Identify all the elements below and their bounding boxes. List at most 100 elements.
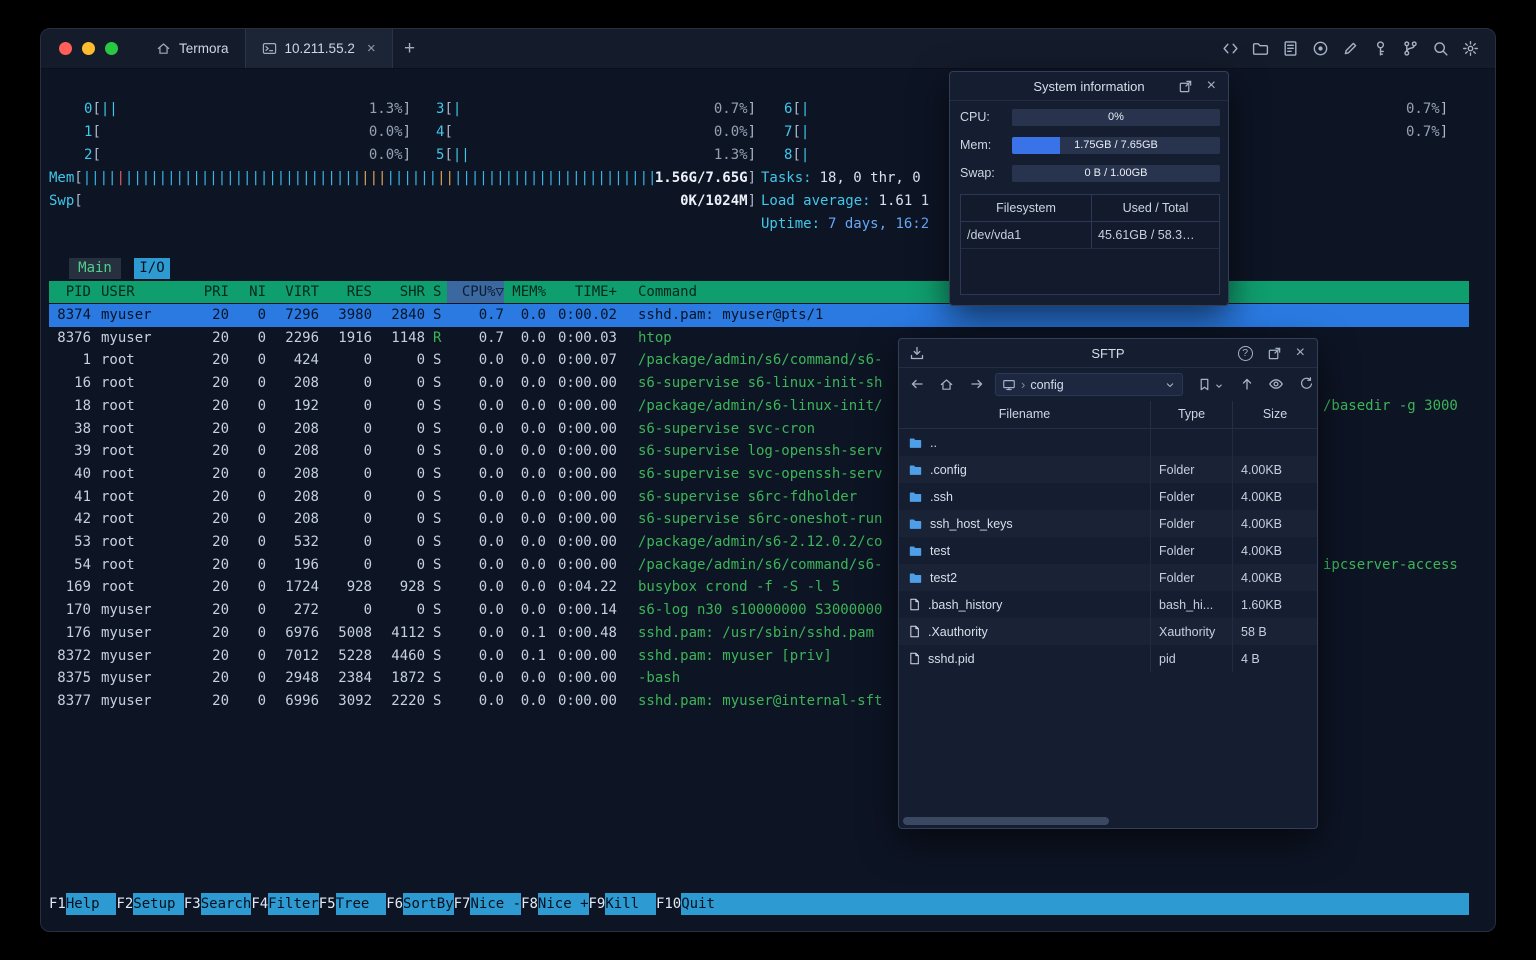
refresh-icon[interactable] — [1299, 376, 1314, 391]
help-icon[interactable]: ? — [1237, 345, 1253, 361]
fkey-action-help[interactable]: Help — [65, 893, 117, 915]
scrollbar-thumb[interactable] — [903, 817, 1109, 825]
process-cell: S — [433, 488, 442, 505]
process-cell: 196 — [293, 556, 319, 573]
process-cell: 208 — [293, 420, 319, 437]
back-icon[interactable] — [909, 376, 925, 392]
sftp-row-.config[interactable]: .config Folder 4.00KB — [899, 456, 1317, 483]
fkey-action-quit[interactable]: Quit — [681, 893, 732, 915]
column-header-ni[interactable]: NI — [233, 281, 266, 303]
process-cell: 1148 — [391, 329, 425, 346]
column-header-res[interactable]: RES — [323, 281, 372, 303]
process-cell: 0 — [363, 511, 372, 528]
process-cell: 0 — [257, 670, 266, 687]
fkey-action-kill[interactable]: Kill — [605, 893, 656, 915]
process-cell: 2220 — [391, 692, 425, 709]
home-icon[interactable] — [939, 377, 954, 392]
folder-icon — [908, 463, 923, 477]
fkey-action-filter[interactable]: Filter — [268, 893, 319, 915]
column-header-s[interactable]: S — [433, 281, 447, 303]
screen-tab-main[interactable]: Main — [69, 258, 121, 279]
process-cell: 208 — [293, 511, 319, 528]
process-cell: root — [101, 579, 135, 596]
column-header-user[interactable]: USER — [101, 281, 191, 303]
sftp-row-.ssh[interactable]: .ssh Folder 4.00KB — [899, 483, 1317, 510]
new-tab-button[interactable]: + — [393, 29, 427, 68]
column-header-virt[interactable]: VIRT — [270, 281, 319, 303]
process-row-8374[interactable]: 8374 myuser 20 0 7296 3980 2840 S 0.7 0.0 0:00.02 s… — [49, 304, 1469, 327]
close-tab-icon[interactable]: × — [367, 41, 376, 56]
tab-home[interactable]: Termora — [140, 29, 245, 68]
sftp-row-sshd.pid[interactable]: sshd.pid pid 4 B — [899, 645, 1317, 672]
key-icon[interactable] — [1372, 40, 1389, 57]
close-icon[interactable]: × — [1207, 78, 1216, 94]
record-icon[interactable] — [1312, 40, 1329, 57]
open-in-new-window-icon[interactable] — [1267, 346, 1282, 361]
horizontal-scrollbar[interactable] — [903, 817, 1315, 825]
sftp-row-ssh_host_keys[interactable]: ssh_host_keys Folder 4.00KB — [899, 510, 1317, 537]
edit-icon[interactable] — [1342, 40, 1359, 57]
search-icon[interactable] — [1432, 40, 1449, 57]
minimize-window-button[interactable] — [82, 42, 95, 55]
path-dropdown-caret-icon[interactable] — [1164, 379, 1176, 391]
process-cell: 20 — [212, 602, 229, 619]
settings-icon[interactable] — [1462, 40, 1479, 57]
fkey-action-nice-[interactable]: Nice - — [470, 893, 522, 915]
process-cell: 192 — [293, 397, 319, 414]
screen-tab-io[interactable]: I/O — [134, 258, 170, 279]
zoom-window-button[interactable] — [105, 42, 118, 55]
column-header-mem[interactable]: MEM% — [504, 281, 546, 303]
fkey-action-sortby[interactable]: SortBy — [403, 893, 454, 915]
size-column-header[interactable]: Size — [1232, 401, 1317, 428]
process-cell: myuser — [101, 307, 152, 323]
sftp-row-test[interactable]: test Folder 4.00KB — [899, 537, 1317, 564]
process-cell: 20 — [212, 556, 229, 573]
code-icon[interactable] — [1222, 40, 1239, 57]
transfers-icon[interactable] — [909, 345, 925, 361]
sftp-row-..[interactable]: .. — [899, 429, 1317, 456]
process-cell: 0 — [257, 488, 266, 505]
close-window-button[interactable] — [59, 42, 72, 55]
process-cell: 20 — [212, 397, 229, 414]
file-type — [1150, 429, 1232, 456]
session-tab-label: 10.211.55.2 — [284, 41, 355, 56]
process-cell: root — [101, 443, 135, 460]
column-header-shr[interactable]: SHR — [376, 281, 425, 303]
column-header-time[interactable]: TIME+ — [546, 281, 617, 303]
sftp-row-.bash_history[interactable]: .bash_history bash_hi... 1.60KB — [899, 591, 1317, 618]
column-header-cpu[interactable]: CPU%▽ — [447, 281, 504, 303]
type-column-header[interactable]: Type — [1150, 401, 1232, 428]
process-cell: 2296 — [285, 329, 319, 346]
process-cell: 0:00.00 — [557, 465, 617, 482]
up-directory-icon[interactable] — [1239, 376, 1255, 392]
log-icon[interactable] — [1282, 40, 1299, 57]
process-cell: 2948 — [285, 670, 319, 687]
process-cell: 20 — [212, 579, 229, 596]
show-hidden-eye-icon[interactable] — [1268, 376, 1284, 392]
process-cell: 8372 — [57, 647, 91, 664]
branch-icon[interactable] — [1402, 40, 1419, 57]
sftp-row-test2[interactable]: test2 Folder 4.00KB — [899, 564, 1317, 591]
path-breadcrumb[interactable]: › config — [995, 373, 1183, 396]
fkey-action-tree[interactable]: Tree — [335, 893, 387, 915]
bookmark-icon[interactable] — [1197, 377, 1212, 392]
folder-icon[interactable] — [1252, 40, 1269, 57]
fkey-action-nice+[interactable]: Nice + — [537, 893, 589, 915]
process-cell: 0.0 — [478, 465, 504, 482]
fkey-action-search[interactable]: Search — [200, 893, 252, 915]
tab-session[interactable]: 10.211.55.2 × — [244, 29, 393, 68]
open-in-new-window-icon[interactable] — [1178, 79, 1193, 94]
fkey-action-setup[interactable]: Setup — [133, 893, 184, 915]
forward-icon[interactable] — [969, 376, 985, 392]
process-cell: root — [101, 352, 135, 369]
sftp-file-list: .. .config Folder 4.00KB .ssh Folder 4.00KB ssh… — [899, 429, 1317, 673]
file-type: Folder — [1150, 537, 1232, 564]
file-icon — [908, 624, 921, 639]
bookmark-caret-icon[interactable] — [1214, 381, 1224, 391]
column-header-pri[interactable]: PRI — [191, 281, 229, 303]
sftp-row-.Xauthority[interactable]: .Xauthority Xauthority 58 B — [899, 618, 1317, 645]
filename-column-header[interactable]: Filename — [899, 401, 1150, 428]
column-header-pid[interactable]: PID — [49, 281, 91, 303]
close-icon[interactable]: × — [1296, 345, 1305, 361]
process-cell: 208 — [293, 488, 319, 505]
